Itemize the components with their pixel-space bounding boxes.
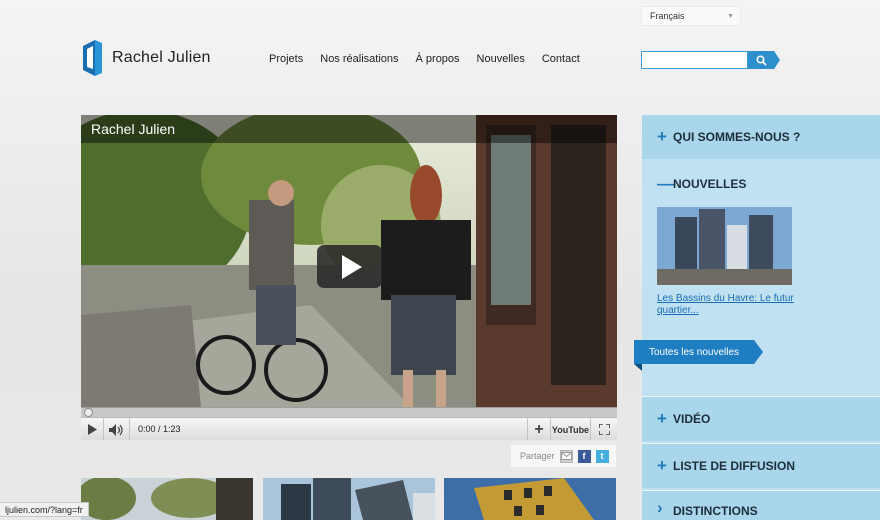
youtube-logo: YouTube — [551, 424, 590, 435]
play-overlay-button[interactable] — [317, 245, 382, 288]
add-button[interactable]: + — [527, 418, 551, 440]
plus-icon: + — [657, 456, 667, 475]
language-select[interactable]: Français ▼ — [641, 6, 741, 26]
youtube-button[interactable]: YouTube — [551, 418, 591, 440]
progress-bar[interactable] — [81, 407, 617, 417]
news-link[interactable]: Les Bassins du Havre: Le futur quartier.… — [657, 293, 797, 317]
logo-text: Rachel Julien — [112, 49, 211, 66]
project-thumbnail-image — [444, 478, 616, 520]
video-title[interactable]: Rachel Julien — [91, 121, 175, 137]
plus-icon: + — [657, 409, 667, 428]
nav-item-a-propos[interactable]: À propos — [416, 53, 460, 65]
nav-item-realisations[interactable]: Nos réalisations — [320, 53, 398, 65]
share-label: Partager — [520, 451, 555, 461]
all-news-button[interactable]: Toutes les nouvelles — [634, 340, 763, 371]
plus-icon: + — [534, 420, 544, 438]
search-icon — [755, 54, 767, 66]
chevron-down-icon: ▼ — [727, 13, 734, 20]
logo[interactable]: Rachel Julien — [81, 38, 211, 78]
nav-item-contact[interactable]: Contact — [542, 53, 580, 65]
sidebar-item-label: LISTE DE DIFFUSION — [673, 459, 796, 473]
sidebar-item-nouvelles[interactable]: — NOUVELLES — [642, 167, 880, 201]
sidebar-item-label: VIDÉO — [673, 412, 711, 426]
email-icon[interactable] — [559, 449, 573, 463]
logo-icon — [83, 40, 102, 76]
sidebar-item-distinctions[interactable]: › DISTINCTIONS — [642, 490, 880, 520]
project-thumbnail[interactable] — [263, 478, 435, 520]
sidebar-item-label: QUI SOMMES-NOUS ? — [673, 130, 801, 144]
nav-item-nouvelles[interactable]: Nouvelles — [477, 53, 525, 65]
project-thumbnail-image — [81, 478, 253, 520]
chevron-right-icon: › — [657, 498, 663, 517]
search — [641, 51, 780, 69]
fullscreen-button[interactable] — [591, 418, 617, 440]
video-controls: 0:00 / 1:23 + YouTube — [81, 417, 617, 440]
minus-icon: — — [657, 174, 674, 193]
nav-item-projets[interactable]: Projets — [269, 53, 303, 65]
fullscreen-icon — [598, 424, 610, 435]
search-input[interactable] — [641, 51, 748, 69]
status-url: ljulien.com/?lang=fr — [0, 502, 89, 517]
sidebar-item-video[interactable]: + VIDÉO — [642, 396, 880, 441]
project-thumbnail-image — [263, 478, 435, 520]
play-icon — [88, 424, 97, 435]
twitter-icon[interactable]: t — [595, 449, 609, 463]
language-select-value: Français — [650, 11, 685, 21]
plus-icon: + — [657, 127, 667, 146]
volume-icon — [108, 423, 123, 436]
video-player[interactable]: Rachel Julien 0:00 / 1:23 + YouTube — [81, 115, 617, 440]
news-image[interactable] — [657, 207, 792, 285]
news-image-picture — [657, 207, 792, 285]
sidebar-item-label: NOUVELLES — [673, 177, 747, 191]
share-bar: Partager f t — [511, 445, 616, 467]
sidebar: + QUI SOMMES-NOUS ? — NOUVELLES Les Bass… — [634, 115, 880, 520]
main-nav: Projets Nos réalisations À propos Nouvel… — [269, 53, 597, 65]
sidebar-item-label: DISTINCTIONS — [673, 504, 758, 518]
play-button[interactable] — [81, 418, 104, 440]
video-time: 0:00 / 1:23 — [138, 424, 181, 434]
search-button[interactable] — [748, 51, 780, 69]
sidebar-item-qui-sommes-nous[interactable]: + QUI SOMMES-NOUS ? — [642, 115, 880, 159]
progress-handle[interactable] — [84, 408, 93, 417]
volume-button[interactable] — [104, 418, 130, 440]
sidebar-item-liste-de-diffusion[interactable]: + LISTE DE DIFFUSION — [642, 443, 880, 488]
project-thumbnail[interactable] — [444, 478, 616, 520]
project-thumbnail[interactable] — [81, 478, 253, 520]
facebook-icon[interactable]: f — [577, 449, 591, 463]
